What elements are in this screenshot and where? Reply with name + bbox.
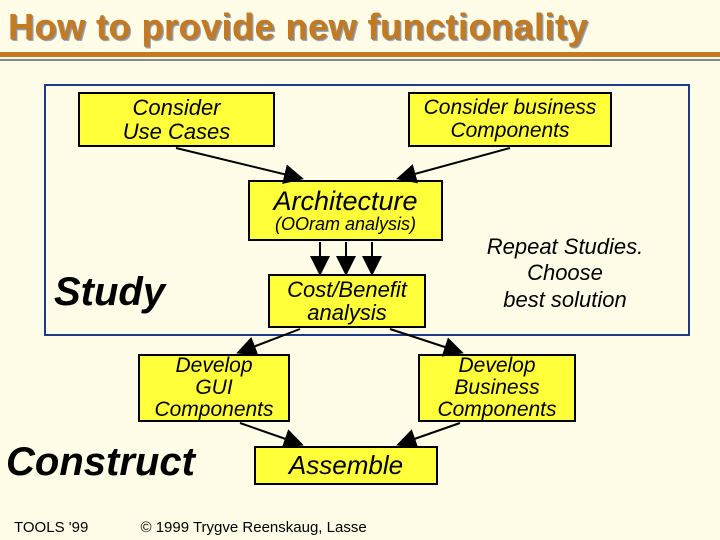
title-rule-thin bbox=[0, 59, 720, 61]
box-business-l1: Consider business bbox=[410, 97, 610, 119]
box-cost-l1: Cost/Benefit bbox=[270, 278, 424, 301]
box-business-l2: Components bbox=[410, 120, 610, 142]
box-gui-l1: Develop bbox=[140, 355, 288, 377]
footer-copyright: © 1999 Trygve Reenskaug, Lasse bbox=[140, 519, 366, 536]
right-note-l2: Choose bbox=[454, 260, 676, 286]
box-develop-gui: Develop GUI Components bbox=[138, 354, 290, 422]
box-gui-l2: GUI bbox=[140, 377, 288, 399]
box-use-cases-l1: Consider bbox=[80, 96, 273, 119]
label-study: Study bbox=[54, 270, 165, 315]
footer-left: TOOLS '99 bbox=[14, 519, 88, 536]
box-architecture: Architecture (OOram analysis) bbox=[248, 180, 443, 241]
footer: TOOLS '99 © 1999 Trygve Reenskaug, Lasse bbox=[14, 519, 367, 536]
box-architecture-sub: (OOram analysis) bbox=[250, 215, 441, 234]
box-devbus-l3: Components bbox=[420, 399, 574, 421]
right-note-l3: best solution bbox=[454, 287, 676, 313]
box-develop-business: Develop Business Components bbox=[418, 354, 576, 422]
box-devbus-l2: Business bbox=[420, 377, 574, 399]
label-construct: Construct bbox=[6, 440, 195, 485]
slide-title: How to provide new functionality bbox=[0, 0, 720, 52]
box-architecture-main: Architecture bbox=[250, 187, 441, 215]
box-cost-benefit: Cost/Benefit analysis bbox=[268, 274, 426, 328]
box-use-cases: Consider Use Cases bbox=[78, 92, 275, 147]
box-gui-l3: Components bbox=[140, 399, 288, 421]
box-business-components: Consider business Components bbox=[408, 92, 612, 147]
box-assemble: Assemble bbox=[254, 446, 438, 485]
title-rule-orange bbox=[0, 52, 720, 57]
box-cost-l2: analysis bbox=[270, 301, 424, 324]
box-assemble-text: Assemble bbox=[256, 452, 436, 479]
right-note-l1: Repeat Studies. bbox=[454, 234, 676, 260]
box-use-cases-l2: Use Cases bbox=[80, 120, 273, 143]
right-note: Repeat Studies. Choose best solution bbox=[454, 234, 676, 313]
box-devbus-l1: Develop bbox=[420, 355, 574, 377]
